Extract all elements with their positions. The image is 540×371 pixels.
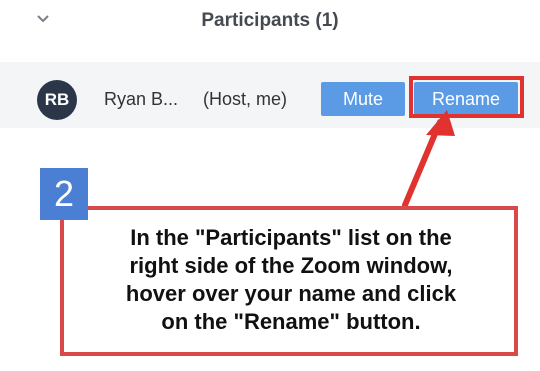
instruction-line: right side of the Zoom window, (129, 253, 453, 278)
panel-title-text: Participants (201, 10, 311, 31)
instruction-line: on the "Rename" button. (161, 309, 421, 334)
rename-button[interactable]: Rename (414, 82, 518, 116)
instruction-text: In the "Participants" list on the right … (64, 224, 518, 336)
participant-role: (Host, me) (203, 89, 288, 109)
participants-header: Participants (1) (0, 0, 540, 46)
mute-button[interactable]: Mute (321, 82, 405, 116)
instruction-line: In the "Participants" list on the (130, 225, 452, 250)
avatar: RB (37, 80, 77, 120)
participant-name: Ryan B... (104, 89, 179, 109)
panel-title: Participants (1) (0, 10, 540, 32)
instruction-line: hover over your name and click (125, 281, 457, 306)
participant-count: (1) (315, 10, 339, 31)
step-badge: 2 (40, 168, 88, 220)
